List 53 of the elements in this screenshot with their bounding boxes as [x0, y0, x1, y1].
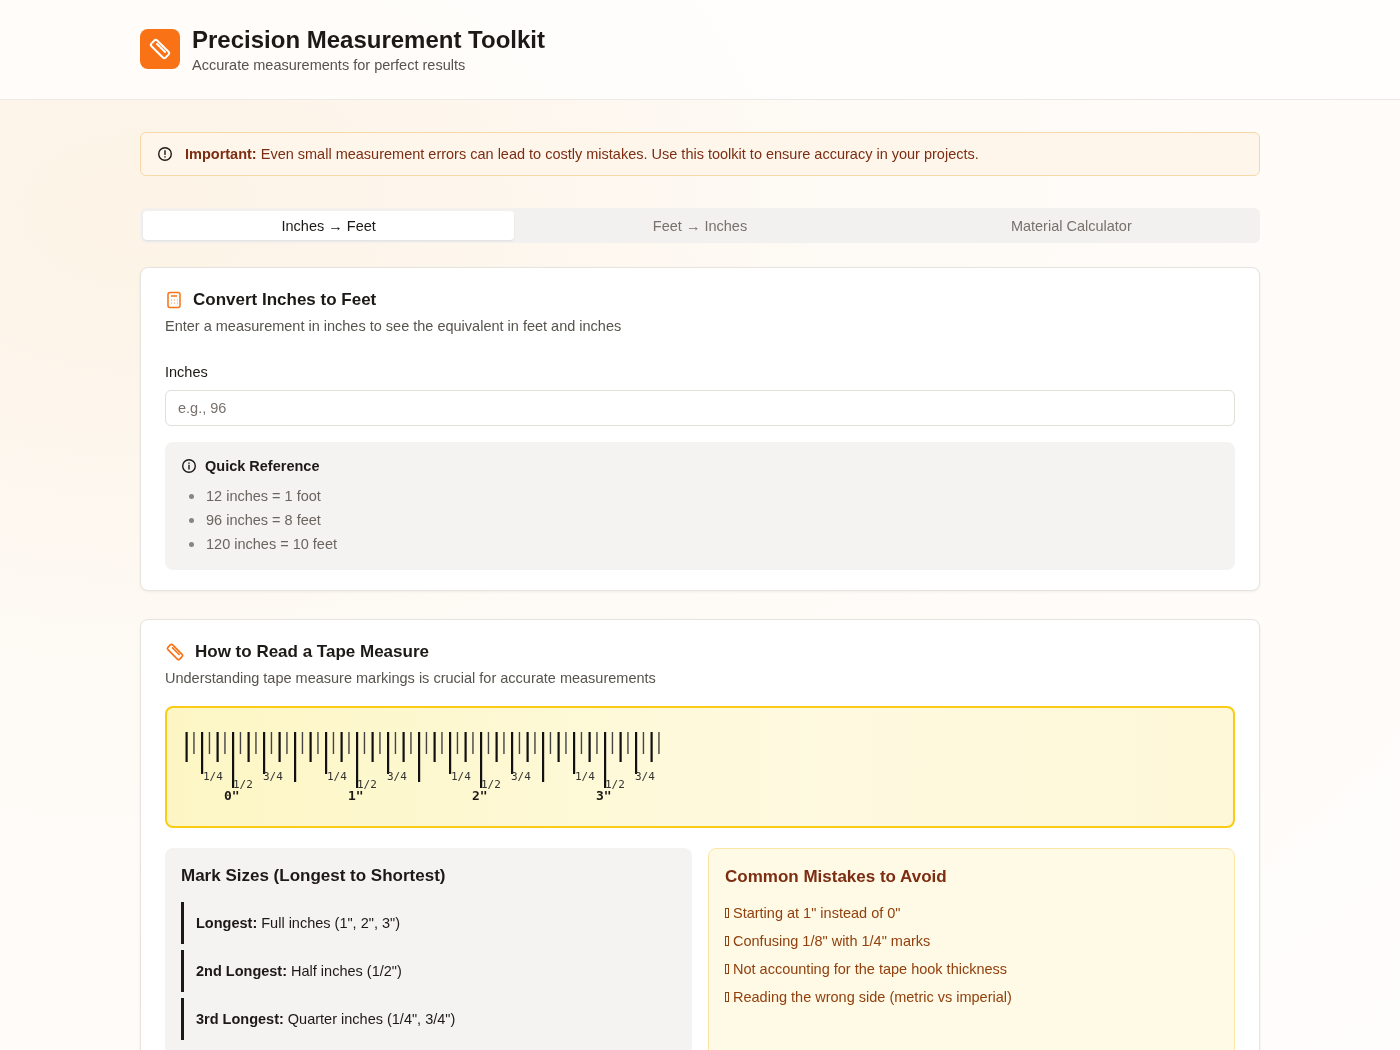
inch-label: 2"	[472, 788, 488, 803]
app-subtitle: Accurate measurements for perfect results	[192, 57, 467, 73]
calculator-icon	[165, 291, 183, 309]
fraction-label: 3/4	[387, 770, 407, 783]
tab[interactable]: Inches → Feet	[143, 211, 515, 240]
alert-message: Important: Even small measurement errors can lead to costly mistakes. Use this toolkit to ensure accuracy in your projects.	[185, 145, 979, 163]
panel-title: Common Mistakes to Avoid	[725, 867, 948, 887]
mark-size-item: 3rd Longest: Quarter inches (1/4", 3/4")	[181, 998, 676, 1040]
fraction-label: 1/4	[203, 770, 223, 783]
mistake-item: Not accounting for the tape hook thickness	[733, 960, 1008, 979]
fraction-label: 1/4	[327, 770, 347, 783]
bullet-icon	[189, 493, 194, 499]
reference-item: 96 inches = 8 feet	[206, 511, 321, 530]
reference-item: 12 inches = 1 foot	[206, 487, 321, 506]
reference-item: 120 inches = 10 feet	[206, 535, 337, 554]
fraction-label: 3/4	[263, 770, 283, 783]
card-title: Convert Inches to Feet	[193, 290, 377, 310]
ruler-icon	[165, 642, 185, 662]
fraction-label: 1/4	[575, 770, 595, 783]
missing-glyph-icon	[725, 936, 729, 946]
tab[interactable]: Feet → Inches	[514, 211, 886, 240]
fraction-label: 1/4	[451, 770, 471, 783]
missing-glyph-icon	[725, 908, 729, 918]
info-icon	[181, 458, 197, 474]
app-title: Precision Measurement Toolkit	[192, 26, 545, 54]
fraction-label: 3/4	[511, 770, 531, 783]
inch-label: 0"	[224, 788, 240, 803]
card-description: Enter a measurement in inches to see the equivalent in feet and inches	[165, 318, 623, 334]
mark-size-item: 2nd Longest: Half inches (1/2")	[181, 950, 676, 992]
reference-title: Quick Reference	[205, 458, 320, 474]
fraction-label: 3/4	[635, 770, 655, 783]
card-title: How to Read a Tape Measure	[195, 642, 429, 662]
mark-size-item: Longest: Full inches (1", 2", 3")	[181, 902, 676, 944]
alert-icon	[157, 146, 173, 162]
missing-glyph-icon	[725, 964, 729, 974]
app-logo	[140, 29, 180, 69]
inch-label: 3"	[596, 788, 612, 803]
panel-title: Mark Sizes (Longest to Shortest)	[181, 866, 447, 886]
mistake-item: Starting at 1" instead of 0"	[733, 904, 901, 923]
mistake-item: Reading the wrong side (metric vs imperial)	[733, 988, 1012, 1007]
fraction-label: 1/2	[233, 778, 253, 791]
fraction-label: 1/2	[357, 778, 377, 791]
fraction-label: 1/2	[605, 778, 625, 791]
tab[interactable]: Material Calculator	[885, 211, 1257, 240]
field-label: Inches	[165, 364, 209, 380]
inches-input[interactable]: e.g., 96	[165, 390, 1235, 426]
bullet-icon	[189, 517, 194, 523]
missing-glyph-icon	[725, 992, 729, 1002]
inch-label: 1"	[348, 788, 364, 803]
fraction-label: 1/2	[481, 778, 501, 791]
card-description: Understanding tape measure markings is crucial for accurate measurements	[165, 670, 657, 686]
mistake-item: Confusing 1/8" with 1/4" marks	[733, 932, 931, 951]
bullet-icon	[189, 541, 194, 547]
